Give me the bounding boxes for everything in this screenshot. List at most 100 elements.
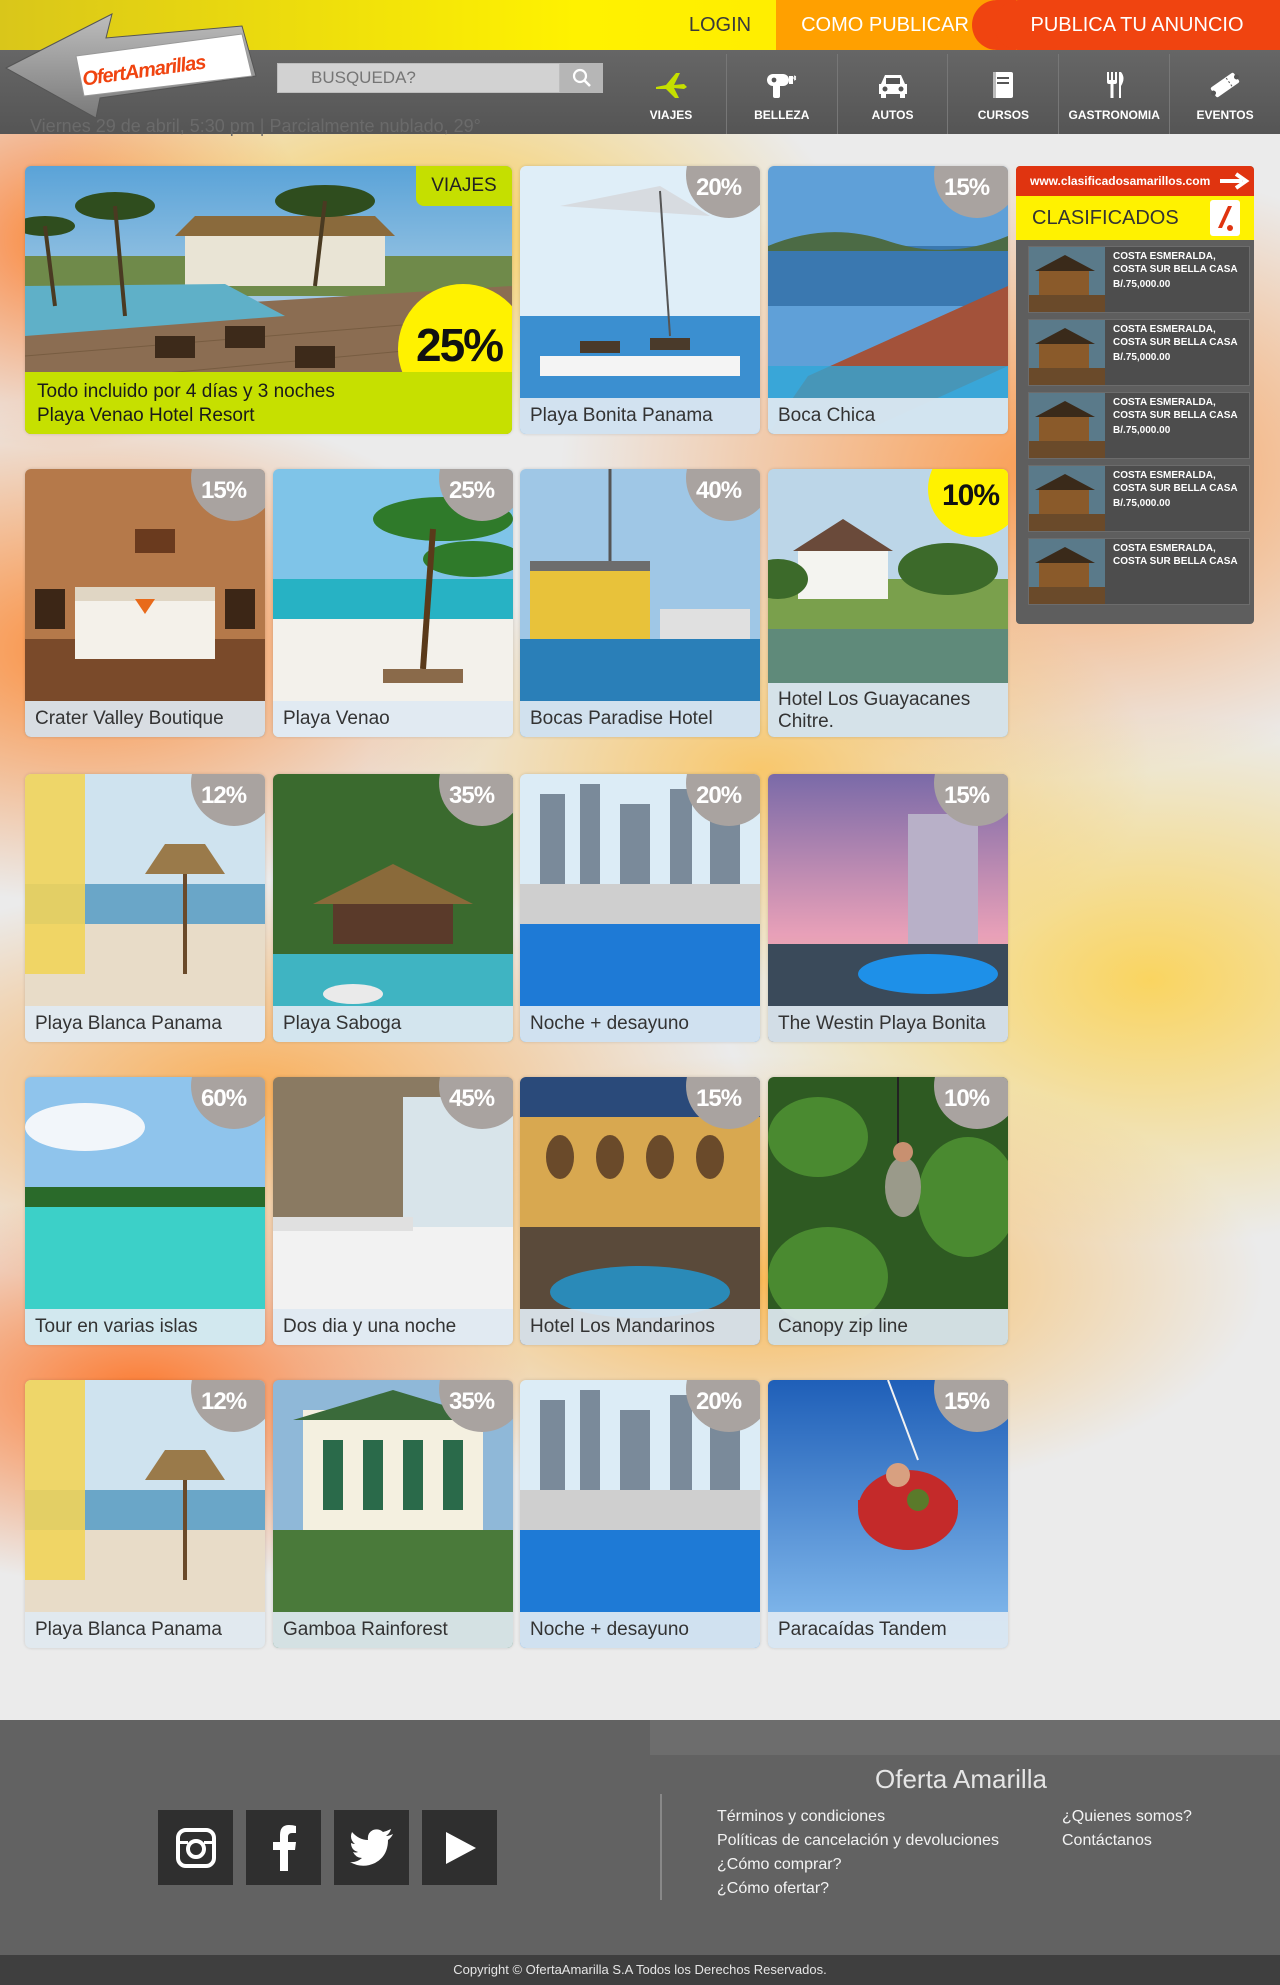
clasificado-thumb [1029, 539, 1105, 604]
book-icon [993, 72, 1014, 98]
offer-card[interactable]: 15% The Westin Playa Bonita [768, 774, 1008, 1042]
offer-card[interactable]: 15% Hotel Los Mandarinos [520, 1077, 760, 1345]
offer-title: Bocas Paradise Hotel [520, 701, 760, 737]
clasificados-url-link[interactable]: www.clasificadosamarillos.com [1016, 166, 1254, 196]
clasificado-thumb [1029, 466, 1105, 531]
search-box [277, 63, 560, 93]
featured-offer-card[interactable]: VIAJES 25% Todo incluido por 4 días y 3 … [25, 166, 512, 434]
offer-title: Boca Chica [768, 398, 1008, 434]
offer-card[interactable]: 45% Dos dia y una noche [273, 1077, 513, 1345]
footer-link-quienes-somos[interactable]: ¿Quienes somos? [1062, 1805, 1192, 1829]
offer-card[interactable]: 15% Crater Valley Boutique [25, 469, 265, 737]
category-tag: VIAJES [416, 166, 512, 206]
clasificado-text: COSTA ESMERALDA, COSTA SUR BELLA CASA [1113, 324, 1238, 348]
clasificado-text: COSTA ESMERALDA, COSTA SUR BELLA CASA [1113, 543, 1238, 567]
offer-title: Tour en varias islas [25, 1309, 265, 1345]
offer-card[interactable]: 12% Playa Blanca Panama [25, 1380, 265, 1648]
search-input[interactable] [278, 64, 559, 92]
clasificado-item[interactable]: COSTA ESMERALDA, COSTA SUR BELLA CASA [1028, 538, 1250, 605]
clasificado-item[interactable]: COSTA ESMERALDA, COSTA SUR BELLA CASA B/.… [1028, 246, 1250, 313]
footer-link-contactanos[interactable]: Contáctanos [1062, 1829, 1192, 1853]
offer-card[interactable]: 10% Canopy zip line [768, 1077, 1008, 1345]
como-publicar-label: COMO PUBLICAR [801, 14, 969, 36]
facebook-button[interactable] [246, 1810, 321, 1885]
footer-divider [660, 1794, 662, 1900]
featured-line-1: Todo incluido por 4 días y 3 noches [37, 381, 335, 402]
clasificados-header: CLASIFICADOS [1016, 196, 1254, 240]
date-weather-line: Viernes 29 de abril, 5:30 pm | Parcialme… [30, 116, 481, 136]
footer-link-como-comprar[interactable]: ¿Cómo comprar? [717, 1853, 999, 1877]
offer-card[interactable]: 35% Gamboa Rainforest [273, 1380, 513, 1648]
clasificado-price: B/.75,000.00 [1113, 279, 1171, 290]
offer-title: Playa Blanca Panama [25, 1006, 265, 1042]
offer-title: Hotel Los Guayacanes Chitre. [768, 683, 1008, 737]
footer-links-col2: ¿Quienes somos? Contáctanos [1062, 1805, 1192, 1853]
fork-knife-icon [1107, 72, 1124, 98]
offer-title: The Westin Playa Bonita [768, 1006, 1008, 1042]
clasificado-text: COSTA ESMERALDA, COSTA SUR BELLA CASA [1113, 470, 1238, 494]
instagram-button[interactable] [158, 1810, 233, 1885]
category-autos[interactable]: AUTOS [836, 54, 948, 134]
category-belleza[interactable]: BELLEZA [725, 54, 837, 134]
instagram-icon [175, 1827, 216, 1868]
search-button[interactable] [560, 63, 603, 93]
offer-card[interactable]: 15% Boca Chica [768, 166, 1008, 434]
footer-link-politicas[interactable]: Políticas de cancelación y devoluciones [717, 1829, 999, 1853]
offer-title: Hotel Los Mandarinos [520, 1309, 760, 1345]
footer-spacer [0, 1700, 670, 1720]
clasificado-thumb [1029, 393, 1105, 458]
airplane-icon [655, 73, 687, 98]
offer-card[interactable]: 60% Tour en varias islas [25, 1077, 265, 1345]
category-cursos[interactable]: CURSOS [947, 54, 1058, 134]
category-label: AUTOS [871, 108, 914, 122]
offer-card[interactable]: 35% Playa Saboga [273, 774, 513, 1042]
clasificados-title: CLASIFICADOS [1032, 207, 1179, 229]
offer-card[interactable]: 12% Playa Blanca Panama [25, 774, 265, 1042]
category-label: CURSOS [977, 108, 1030, 122]
offer-title: Noche + desayuno [520, 1612, 760, 1648]
clasificados-panel: www.clasificadosamarillos.com CLASIFICAD… [1016, 166, 1254, 624]
category-label: GASTRONOMIA [1068, 108, 1160, 122]
category-eventos[interactable]: EVENTOS [1169, 54, 1280, 134]
clasificado-item[interactable]: COSTA ESMERALDA, COSTA SUR BELLA CASA B/.… [1028, 319, 1250, 386]
offer-card[interactable]: 25% Playa Venao [273, 469, 513, 737]
logo[interactable]: OfertAmarillas [4, 10, 274, 122]
offer-title: Playa Venao [273, 701, 513, 737]
arrow-right-icon [1220, 172, 1250, 190]
offer-card[interactable]: 40% Bocas Paradise Hotel [520, 469, 760, 737]
youtube-button[interactable] [422, 1810, 497, 1885]
category-label: VIAJES [649, 108, 693, 122]
clasificado-item[interactable]: COSTA ESMERALDA, COSTA SUR BELLA CASA B/.… [1028, 465, 1250, 532]
clasificados-url: www.clasificadosamarillos.com [1030, 174, 1211, 188]
footer-link-como-ofertar[interactable]: ¿Cómo ofertar? [717, 1877, 999, 1901]
offer-title: Paracaídas Tandem [768, 1612, 1008, 1648]
clasificado-thumb [1029, 247, 1105, 312]
offer-title: Gamboa Rainforest [273, 1612, 513, 1648]
footer-brand: Oferta Amarilla [875, 1764, 1047, 1794]
clasificado-price: B/.75,000.00 [1113, 425, 1171, 436]
car-icon [878, 75, 907, 98]
copyright: Copyright © OfertaAmarilla S.A Todos los… [0, 1955, 1280, 1985]
offer-card[interactable]: 20% Noche + desayuno [520, 1380, 760, 1648]
publica-anuncio-button[interactable]: PUBLICA TU ANUNCIO [994, 0, 1280, 50]
category-bar: VIAJES BELLEZA AUTOS CURSOS GASTRONOMIA … [616, 54, 1280, 134]
clasificado-text: COSTA ESMERALDA, COSTA SUR BELLA CASA [1113, 251, 1238, 275]
facebook-icon [272, 1824, 296, 1871]
clasificado-item[interactable]: COSTA ESMERALDA, COSTA SUR BELLA CASA B/.… [1028, 392, 1250, 459]
footer-links-col1: Términos y condiciones Políticas de canc… [717, 1805, 999, 1901]
category-gastronomia[interactable]: GASTRONOMIA [1058, 54, 1169, 134]
offer-card[interactable]: 10% Hotel Los Guayacanes Chitre. [768, 469, 1008, 737]
youtube-icon [445, 1831, 476, 1864]
clasificado-price: B/.75,000.00 [1113, 498, 1171, 509]
como-publicar-link[interactable]: COMO PUBLICAR [776, 0, 1016, 50]
offer-card[interactable]: 20% Playa Bonita Panama [520, 166, 760, 434]
footer-tab [650, 1720, 1280, 1755]
clasificado-price: B/.75,000.00 [1113, 352, 1171, 363]
footer-link-terminos[interactable]: Términos y condiciones [717, 1805, 999, 1829]
login-link[interactable]: LOGIN [664, 0, 776, 50]
featured-line-2: Playa Venao Hotel Resort [37, 405, 255, 426]
offer-card[interactable]: 20% Noche + desayuno [520, 774, 760, 1042]
twitter-button[interactable] [334, 1810, 409, 1885]
offer-card[interactable]: 15% Paracaídas Tandem [768, 1380, 1008, 1648]
category-viajes[interactable]: VIAJES [616, 54, 726, 134]
